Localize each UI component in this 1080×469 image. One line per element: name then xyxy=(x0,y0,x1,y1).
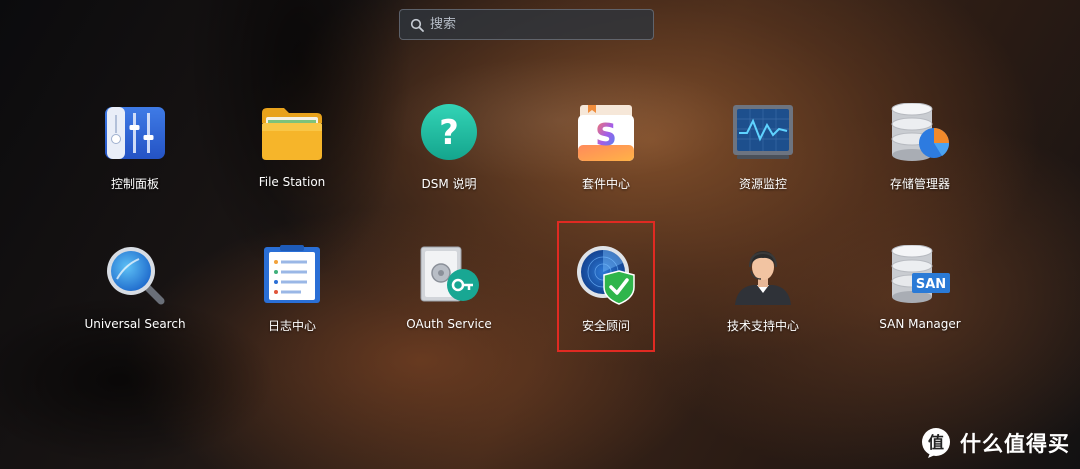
app-control-panel[interactable]: 控制面板 xyxy=(65,103,205,203)
san-manager-icon: SAN xyxy=(891,245,950,303)
svg-text:值: 值 xyxy=(928,433,944,452)
app-label: Universal Search xyxy=(84,317,186,331)
app-package-center[interactable]: S 套件中心 xyxy=(536,103,676,203)
app-san-manager[interactable]: SAN SAN Manager xyxy=(850,245,990,345)
control-panel-icon xyxy=(105,107,165,159)
watermark-text: 什么值得买 xyxy=(960,432,1070,456)
svg-text:?: ? xyxy=(439,113,459,153)
highlight-box xyxy=(557,221,655,352)
log-center-icon xyxy=(264,245,320,303)
oauth-service-icon xyxy=(420,246,479,302)
folder-icon xyxy=(262,108,322,160)
app-label: SAN Manager xyxy=(879,317,961,331)
app-support-center[interactable]: 技术支持中心 xyxy=(693,245,833,345)
help-icon: ? xyxy=(421,104,477,160)
storage-manager-icon xyxy=(891,103,950,161)
app-label: File Station xyxy=(258,175,326,189)
watermark: 值 什么值得买 xyxy=(920,427,1070,459)
universal-search-icon xyxy=(107,247,165,305)
svg-text:S: S xyxy=(595,118,617,153)
resource-monitor-icon xyxy=(733,105,793,159)
support-center-icon xyxy=(735,251,791,305)
app-label: 套件中心 xyxy=(581,177,630,191)
search-box[interactable] xyxy=(399,9,654,40)
app-label: 日志中心 xyxy=(267,319,316,333)
search-icon xyxy=(410,18,424,32)
search-input[interactable] xyxy=(430,10,645,39)
desktop-wallpaper xyxy=(0,0,1080,469)
app-label: 资源监控 xyxy=(738,177,787,191)
app-dsm-help[interactable]: ? DSM 说明 xyxy=(379,103,519,203)
watermark-logo-icon: 值 xyxy=(922,428,950,458)
app-label: 控制面板 xyxy=(110,177,159,191)
app-label: DSM 说明 xyxy=(421,177,477,191)
app-oauth-service[interactable]: OAuth Service xyxy=(379,245,519,345)
app-file-station[interactable]: File Station xyxy=(222,103,362,203)
app-resource-monitor[interactable]: 资源监控 xyxy=(693,103,833,203)
app-storage-manager[interactable]: 存储管理器 xyxy=(850,103,990,203)
app-label: 技术支持中心 xyxy=(726,319,799,333)
svg-text:SAN: SAN xyxy=(916,277,946,292)
app-label: OAuth Service xyxy=(406,317,492,331)
app-universal-search[interactable]: Universal Search xyxy=(65,245,205,345)
app-log-center[interactable]: 日志中心 xyxy=(222,245,362,345)
app-label: 存储管理器 xyxy=(889,177,950,191)
package-center-icon: S xyxy=(578,105,634,161)
